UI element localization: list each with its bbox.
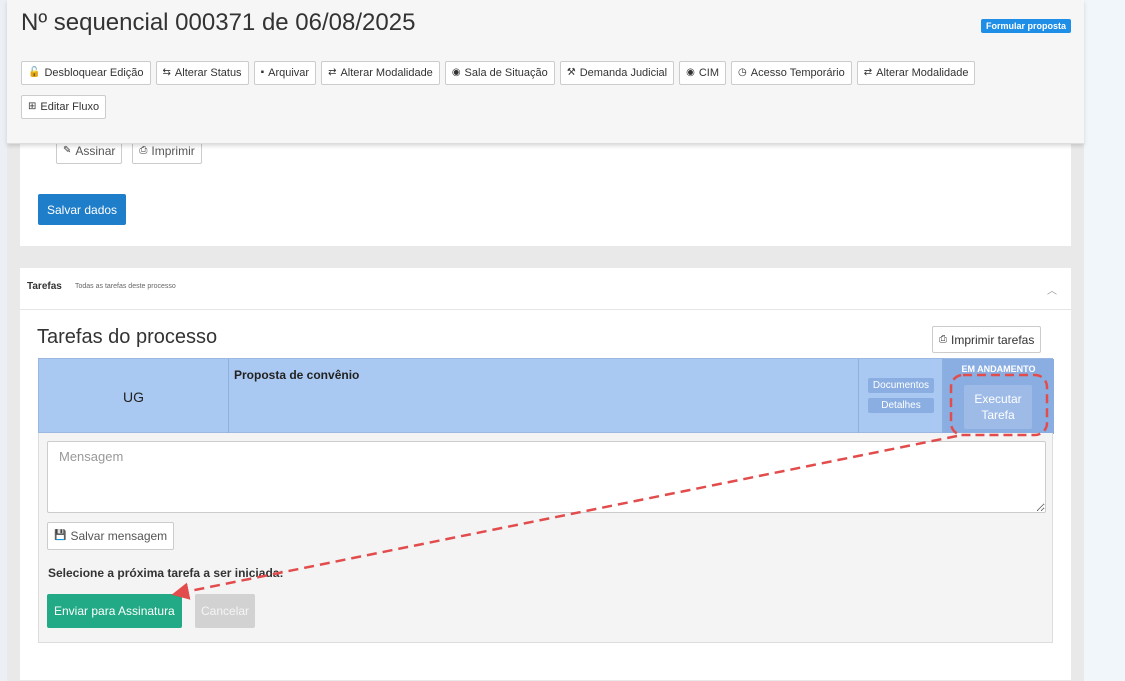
- collapse-chevron-icon[interactable]: ︿: [1047, 282, 1057, 297]
- tasks-card-subtitle: Todas as tarefas deste processo: [75, 283, 176, 290]
- tasks-card-header[interactable]: Tarefas Todas as tarefas deste processo …: [20, 268, 1071, 310]
- unlock-icon: 🔓: [28, 67, 41, 78]
- cancel-button[interactable]: Cancelar: [195, 594, 256, 628]
- print-icon: ⎙: [939, 333, 947, 345]
- cim-button[interactable]: ◉ CIM: [679, 61, 727, 85]
- clock-icon: ◷: [738, 67, 747, 78]
- execute-task-label-line1: Executar: [974, 392, 1022, 406]
- floppy-disk-icon: 💾: [54, 530, 67, 541]
- stage-badge[interactable]: Formular proposta: [980, 19, 1071, 33]
- next-task-label: Selecione a próxima tarefa a ser iniciad…: [48, 566, 284, 580]
- status-badge: EM ANDAMENTO: [961, 364, 1036, 374]
- task-actions-cell: Documentos Detalhes: [858, 359, 942, 434]
- sitemap-icon: ⊞: [28, 101, 37, 112]
- save-message-button[interactable]: 💾 Salvar mensagem: [47, 522, 175, 550]
- send-for-signature-button[interactable]: Enviar para Assinatura: [47, 594, 182, 628]
- change-status-button[interactable]: ⇆ Alterar Status: [155, 61, 249, 85]
- task-status-cell: EM ANDAMENTO Executar Tarefa: [942, 359, 1054, 434]
- tasks-card-title: Tarefas: [27, 281, 62, 292]
- task-detail-panel: 💾Salvar mensagem Selecione a próxima tar…: [38, 433, 1053, 643]
- archive-icon: ▪: [260, 67, 265, 78]
- action-toolbar: 🔓 Desbloquear Edição ⇆ Alterar Status ▪ Arq…: [21, 61, 1031, 129]
- page-title: Nº sequencial 000371 de 06/08/2025: [21, 9, 416, 36]
- edit-flow-button[interactable]: ⊞ Editar Fluxo: [21, 95, 107, 119]
- print-icon: ⎙: [139, 145, 148, 156]
- judicial-demand-button[interactable]: ⚒ Demanda Judicial: [559, 61, 675, 85]
- tasks-card: Tarefas Todas as tarefas deste processo …: [20, 268, 1071, 680]
- execute-task-button[interactable]: Executar Tarefa: [964, 385, 1032, 429]
- documents-button[interactable]: Documentos: [868, 378, 934, 393]
- edit-icon: ✎: [63, 145, 72, 156]
- message-textarea[interactable]: [47, 441, 1046, 513]
- eye-icon: ◉: [686, 67, 695, 78]
- gavel-icon: ⚒: [566, 67, 576, 78]
- task-ug-cell: UG: [39, 359, 229, 434]
- archive-button[interactable]: ▪ Arquivar: [253, 61, 317, 85]
- temporary-access-button[interactable]: ◷ Acesso Temporário: [731, 61, 852, 85]
- exchange-icon: ⇄: [328, 67, 337, 78]
- right-scroll-area: [1084, 0, 1125, 681]
- situation-room-button[interactable]: ◉ Sala de Situação: [444, 61, 555, 85]
- print-tasks-button[interactable]: ⎙ Imprimir tarefas: [932, 326, 1042, 353]
- retweet-icon: ⇆: [162, 67, 171, 78]
- task-name: Proposta de convênio: [234, 368, 360, 382]
- exchange-icon: ⇄: [863, 67, 873, 78]
- tasks-title: Tarefas do processo: [37, 326, 218, 348]
- change-modality-button-2[interactable]: ⇄ Alterar Modalidade: [856, 61, 976, 85]
- eye-icon: ◉: [451, 67, 461, 78]
- execute-task-label-line2: Tarefa: [981, 408, 1015, 422]
- task-row: UG Proposta de convênio Documentos Detal…: [38, 358, 1054, 434]
- process-data-card: ✎ Assinar ⎙ Imprimir Salvar dados: [20, 130, 1071, 246]
- save-data-button[interactable]: Salvar dados: [38, 194, 127, 225]
- unlock-edit-button[interactable]: 🔓 Desbloquear Edição: [21, 61, 151, 85]
- process-header: Nº sequencial 000371 de 06/08/2025 Formu…: [7, 0, 1084, 144]
- change-modality-button[interactable]: ⇄ Alterar Modalidade: [321, 61, 440, 85]
- details-button[interactable]: Detalhes: [868, 398, 934, 413]
